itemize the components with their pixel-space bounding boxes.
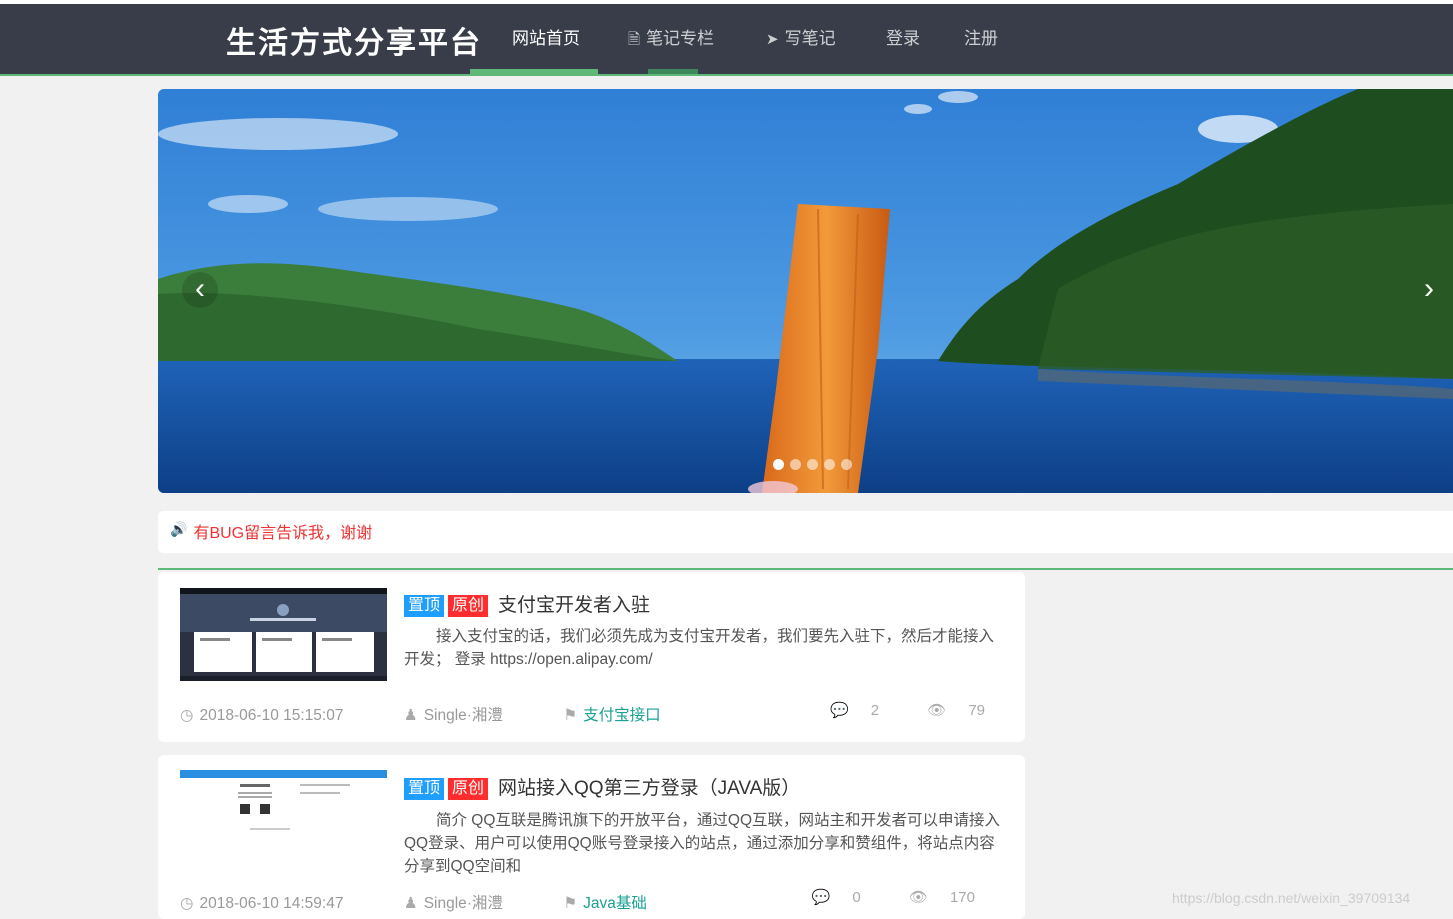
article-comments: 💬 0 [790, 889, 861, 906]
site-brand[interactable]: 生活方式分享平台 [226, 18, 482, 62]
pinned-badge: 置顶 [404, 778, 445, 800]
carousel-indicators [773, 459, 852, 471]
chevron-right-icon: › [1424, 272, 1434, 305]
article-excerpt: 简介 QQ互联是腾讯旗下的开放平台，通过QQ互联，网站主和开发者可以申请接入QQ… [404, 812, 1001, 875]
nav-register[interactable]: 注册 [964, 4, 998, 76]
article-stats: 💬 0 👁 170 [768, 888, 975, 906]
tag-icon: ⚑ [563, 895, 578, 912]
watermark: https://blog.csdn.net/weixin_39709134 [1172, 890, 1411, 906]
carousel-prev-button[interactable]: ‹ [182, 272, 218, 308]
banner-carousel[interactable] [158, 89, 1453, 493]
article-tag: ⚑ Java基础 [563, 895, 675, 912]
carousel-dot-3[interactable] [807, 459, 818, 470]
comment-count: 2 [870, 702, 880, 719]
article-meta: ◷ 2018-06-10 14:59:47 ♟ Single·湘澧 ⚑ Java基础 [180, 891, 703, 913]
article-author: ♟ Single·湘澧 [404, 707, 531, 724]
nav-write-note[interactable]: ➤ 写笔记 [766, 4, 836, 76]
nav-active-indicator [470, 69, 598, 74]
notice-text: 有BUG留言告诉我，谢谢 [193, 525, 373, 542]
comment-count: 0 [852, 889, 861, 906]
nav-home-label: 网站首页 [512, 29, 580, 48]
article-views: 👁 79 [905, 702, 985, 719]
article-card[interactable]: 置顶 原创 支付宝开发者入驻 接入支付宝的话，我们必须先成为支付宝开发者，我们要先入… [158, 572, 1025, 742]
carousel-dot-5[interactable] [841, 459, 852, 470]
clock-icon: ◷ [180, 895, 194, 912]
original-badge: 原创 [448, 595, 489, 617]
article-title-row: 置顶 原创 支付宝开发者入驻 [404, 590, 650, 617]
speaker-icon: 🔊 [170, 521, 188, 537]
carousel-slide-image [158, 89, 1453, 493]
carousel-dot-4[interactable] [824, 459, 835, 470]
eye-icon: 👁 [908, 889, 928, 906]
nav-hover-indicator [648, 69, 698, 74]
article-title[interactable]: 支付宝开发者入驻 [498, 595, 650, 616]
article-title-row: 置顶 原创 网站接入QQ第三方登录（JAVA版） [404, 773, 800, 800]
view-count: 170 [949, 889, 975, 906]
nav-register-label: 注册 [964, 29, 998, 48]
carousel-dot-1[interactable] [773, 459, 784, 470]
article-date-text: 2018-06-10 14:59:47 [199, 895, 344, 912]
clock-icon: ◷ [180, 707, 194, 724]
carousel-next-button[interactable]: › [1411, 272, 1447, 308]
article-stats: 💬 2 👁 79 [786, 701, 985, 719]
article-tag-link[interactable]: Java基础 [583, 895, 647, 912]
article-card[interactable]: 置顶 原创 网站接入QQ第三方登录（JAVA版） 简介 QQ互联是腾讯旗下的开放平台… [158, 755, 1025, 919]
nav-login[interactable]: 登录 [886, 4, 920, 76]
eye-icon: 👁 [927, 702, 947, 719]
article-tag-link[interactable]: 支付宝接口 [583, 707, 661, 724]
article-comments: 💬 2 [808, 702, 879, 719]
article-meta: ◷ 2018-06-10 15:15:07 ♟ Single·湘澧 ⚑ 支付宝接口 [180, 703, 717, 725]
article-tag: ⚑ 支付宝接口 [563, 707, 688, 724]
document-icon: 🗎 [628, 31, 641, 48]
view-count: 79 [968, 702, 985, 719]
article-date-text: 2018-06-10 15:15:07 [199, 707, 344, 724]
article-author-text: Single·湘澧 [423, 707, 503, 724]
article-title[interactable]: 网站接入QQ第三方登录（JAVA版） [498, 778, 800, 799]
nav-notes-column[interactable]: 🗎 笔记专栏 [628, 4, 714, 76]
article-date: ◷ 2018-06-10 15:15:07 [180, 707, 371, 724]
nav-write-label: 写笔记 [784, 29, 836, 48]
user-icon: ♟ [403, 707, 418, 724]
notice-bar: 🔊 有BUG留言告诉我，谢谢 [158, 511, 1453, 553]
comment-icon: 💬 [811, 889, 831, 906]
tag-icon: ⚑ [563, 707, 578, 724]
section-divider [158, 568, 1453, 570]
article-thumbnail[interactable] [180, 588, 387, 681]
original-badge: 原创 [448, 778, 489, 800]
pinned-badge: 置顶 [404, 595, 445, 617]
chevron-left-icon: ‹ [195, 272, 205, 305]
user-icon: ♟ [403, 895, 418, 912]
article-views: 👁 170 [887, 889, 975, 906]
comment-icon: 💬 [830, 702, 849, 719]
nav-notes-label: 笔记专栏 [646, 29, 715, 48]
carousel-dot-2[interactable] [790, 459, 801, 470]
article-author-text: Single·湘澧 [423, 895, 503, 912]
article-date: ◷ 2018-06-10 14:59:47 [180, 895, 371, 912]
nav-login-label: 登录 [886, 29, 920, 48]
article-thumbnail[interactable] [180, 770, 387, 840]
article-excerpt: 接入支付宝的话，我们必须先成为支付宝开发者，我们要先入驻下，然后才能接入开发； … [404, 628, 995, 668]
paper-plane-icon: ➤ [766, 31, 779, 48]
nav-home[interactable]: 网站首页 [512, 4, 580, 76]
article-author: ♟ Single·湘澧 [404, 895, 531, 912]
navbar: 生活方式分享平台 网站首页 🗎 笔记专栏 ➤ 写笔记 登录 注册 [0, 4, 1453, 76]
